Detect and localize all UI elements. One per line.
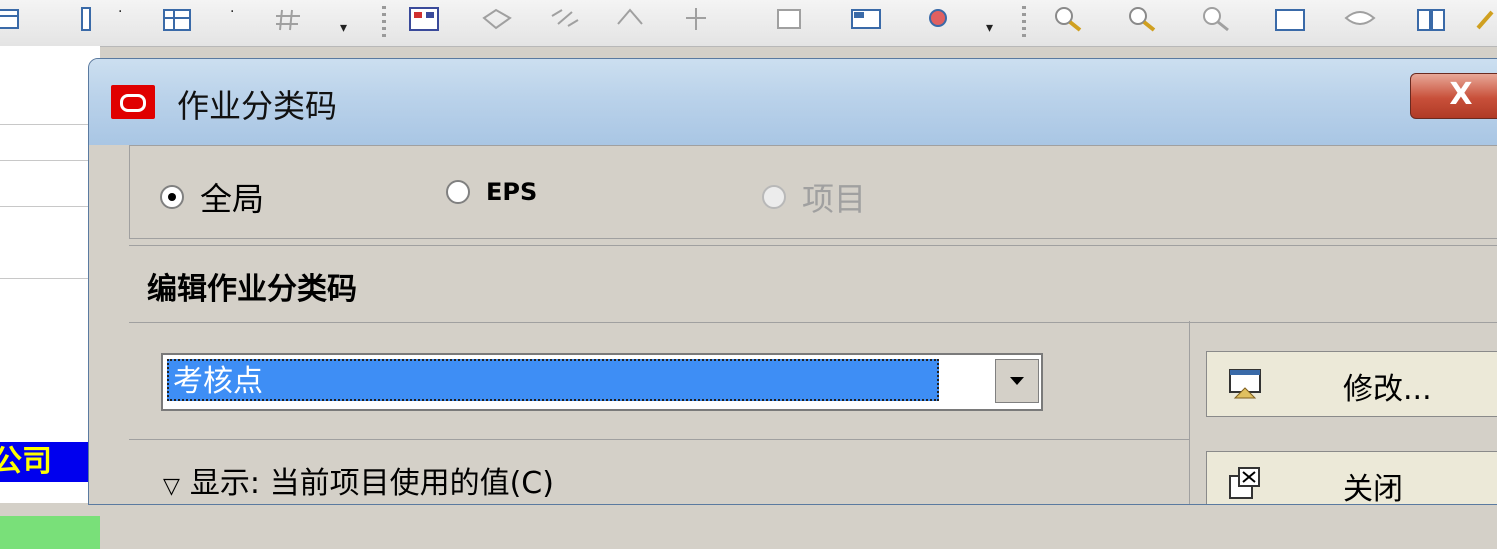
- close-label: 关闭: [1343, 472, 1403, 505]
- row-divider: [0, 278, 100, 279]
- radio-project: 项目: [762, 174, 866, 220]
- values-list-panel: ▽ 显示: 当前项目使用的值(C): [129, 439, 1190, 504]
- toolbar-separator: [382, 6, 386, 38]
- filter-icon[interactable]: [920, 4, 956, 34]
- eye-icon[interactable]: [1342, 4, 1378, 34]
- layout-icon[interactable]: [848, 4, 884, 34]
- zoom-in-icon[interactable]: [1050, 4, 1086, 34]
- dropdown-arrow-icon[interactable]: ▾: [340, 20, 347, 36]
- app-logo-icon: [111, 85, 155, 119]
- company-row[interactable]: 公司: [0, 442, 100, 482]
- radio-label: 全局: [200, 180, 265, 218]
- edit-window-icon: [1229, 369, 1261, 399]
- dropdown-arrow-icon[interactable]: ·: [118, 4, 122, 20]
- row-divider: [0, 206, 100, 207]
- radio-disabled-icon: [762, 185, 786, 209]
- background-app-panel: 公司: [0, 46, 100, 549]
- radio-global[interactable]: 全局: [160, 174, 264, 220]
- close-button[interactable]: 关闭: [1206, 451, 1497, 505]
- image-icon[interactable]: [772, 4, 808, 34]
- table-icon[interactable]: [160, 4, 196, 34]
- dialog-title: 作业分类码: [177, 87, 338, 125]
- assign-icon[interactable]: [612, 4, 648, 34]
- close-window-button[interactable]: X: [1410, 73, 1497, 119]
- radio-label: 项目: [802, 180, 867, 218]
- radio-checked-icon: [160, 185, 184, 209]
- modify-label: 修改...: [1343, 372, 1432, 407]
- dropdown-arrow-icon[interactable]: ·: [230, 4, 234, 20]
- selected-code-value[interactable]: 考核点: [167, 359, 939, 401]
- scope-radio-group: 全局 EPS 项目: [129, 145, 1497, 239]
- close-window-icon: [1229, 467, 1260, 499]
- section-title: 编辑作业分类码: [147, 272, 357, 307]
- row-divider: [0, 160, 100, 161]
- triangle-down-icon: ▽: [163, 474, 180, 499]
- calendar-icon[interactable]: [406, 4, 442, 34]
- hash-icon[interactable]: [272, 4, 308, 34]
- green-row: [0, 516, 100, 549]
- list-filter-label: 显示: 当前项目使用的值(C): [189, 466, 554, 501]
- radio-eps[interactable]: EPS: [446, 178, 537, 206]
- unlink-icon[interactable]: [548, 4, 584, 34]
- edit-section-header: 编辑作业分类码: [129, 245, 1497, 323]
- row-divider: [0, 124, 100, 125]
- main-toolbar: · · ▾ ▾: [0, 0, 1497, 47]
- activity-codes-dialog: 作业分类码 X 全局 EPS 项目 编辑作业分类码 考核点 修改... 关闭 ▽…: [88, 58, 1497, 505]
- grid-icon[interactable]: [0, 4, 26, 34]
- activity-code-select[interactable]: 考核点: [161, 353, 1043, 411]
- modify-button[interactable]: 修改...: [1206, 351, 1497, 417]
- link-icon[interactable]: [480, 4, 516, 34]
- zoom-out-icon[interactable]: [1124, 4, 1160, 34]
- chevron-down-icon: [1010, 377, 1024, 385]
- columns-icon[interactable]: [1414, 4, 1450, 34]
- magnifier-icon[interactable]: [1198, 4, 1234, 34]
- window-icon[interactable]: [1272, 4, 1308, 34]
- company-label: 公司: [0, 444, 52, 479]
- dropdown-arrow-icon[interactable]: ▾: [986, 20, 993, 36]
- list-filter-header[interactable]: ▽ 显示: 当前项目使用的值(C): [163, 458, 554, 502]
- radio-unchecked-icon: [446, 180, 470, 204]
- code-select-panel: 考核点: [129, 321, 1190, 439]
- toolbar-separator: [1022, 6, 1026, 38]
- dropdown-button[interactable]: [995, 359, 1039, 403]
- column-icon[interactable]: [70, 4, 106, 34]
- radio-label: EPS: [486, 178, 538, 206]
- pencil-icon[interactable]: [1474, 4, 1497, 34]
- dialog-titlebar[interactable]: 作业分类码 X: [89, 59, 1497, 145]
- pin-icon[interactable]: [678, 4, 714, 34]
